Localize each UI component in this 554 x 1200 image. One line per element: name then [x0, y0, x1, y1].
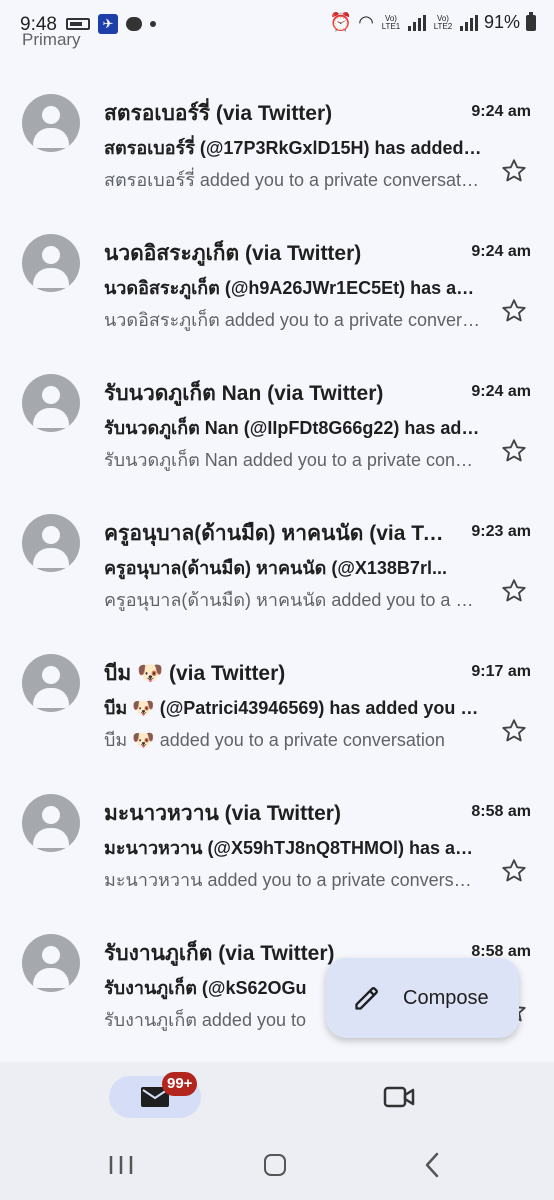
- avatar[interactable]: [22, 654, 80, 712]
- email-snippet: มะนาวหวาน added you to a private convers…: [104, 870, 480, 890]
- email-sender: มะนาวหวาน (via Twitter): [104, 802, 341, 825]
- email-time: 9:24 am: [471, 243, 531, 260]
- unread-badge: 99+: [162, 1072, 198, 1096]
- avatar[interactable]: [22, 934, 80, 992]
- signal-1-icon: [407, 14, 426, 31]
- wifi-icon: ◠: [358, 12, 374, 32]
- pencil-icon: [355, 987, 378, 1010]
- email-sender: ครูอนุบาล(ด้านมืด) หาคนนัด (via Twitter): [104, 522, 444, 545]
- battery-icon: [526, 11, 536, 31]
- email-sender: บีม 🐶 (via Twitter): [104, 662, 286, 685]
- email-time: 8:58 am: [471, 803, 531, 820]
- alarm-icon: ⏰: [329, 12, 353, 32]
- email-row[interactable]: ครูอนุบาล(ด้านมืด) หาคนนัด (via Twitter)…: [0, 495, 554, 635]
- bottom-navigation: 99+: [0, 1062, 554, 1136]
- section-label: Primary: [22, 33, 81, 49]
- compose-label: Compose: [403, 986, 489, 1009]
- email-row[interactable]: รับนวดภูเก็ต Nan (via Twitter) 9:24 am ร…: [0, 355, 554, 495]
- email-sender: สตรอเบอร์รี่ (via Twitter): [104, 102, 333, 125]
- email-subject: รับนวดภูเก็ต Nan (@IIpFDt8G66g22) has ad…: [104, 418, 484, 438]
- back-icon[interactable]: [422, 1152, 442, 1178]
- email-row[interactable]: สตรอเบอร์รี่ (via Twitter) 9:24 am สตรอเ…: [0, 75, 554, 215]
- star-icon[interactable]: [500, 297, 528, 325]
- email-snippet: บีม 🐶 added you to a private conversatio…: [104, 730, 445, 750]
- compose-button[interactable]: Compose: [326, 958, 519, 1038]
- email-subject: ครูอนุบาล(ด้านมืด) หาคนนัด (@X138B7rl...: [104, 558, 447, 578]
- email-time: 9:23 am: [471, 523, 531, 540]
- email-time: 9:24 am: [471, 383, 531, 400]
- email-subject: สตรอเบอร์รี่ (@17P3RkGxlD15H) has added …: [104, 138, 484, 158]
- email-time: 9:17 am: [471, 663, 531, 680]
- avatar[interactable]: [22, 794, 80, 852]
- battery-saver-icon: [66, 18, 90, 30]
- nav-mail-tab[interactable]: 99+: [109, 1072, 201, 1118]
- star-icon[interactable]: [500, 717, 528, 745]
- email-sender: นวดอิสระภูเก็ต (via Twitter): [104, 242, 362, 265]
- star-icon[interactable]: [500, 437, 528, 465]
- avatar[interactable]: [22, 234, 80, 292]
- email-row[interactable]: นวดอิสระภูเก็ต (via Twitter) 9:24 am นวด…: [0, 215, 554, 355]
- email-snippet: นวดอิสระภูเก็ต added you to a private co…: [104, 310, 480, 330]
- home-icon[interactable]: [264, 1154, 286, 1176]
- email-list: สตรอเบอร์รี่ (via Twitter) 9:24 am สตรอเ…: [0, 75, 554, 1055]
- email-snippet: ครูอนุบาล(ด้านมืด) หาคนนัด added you to …: [104, 590, 480, 610]
- star-icon[interactable]: [500, 157, 528, 185]
- avatar[interactable]: [22, 94, 80, 152]
- status-left-icons: ✈: [66, 14, 156, 34]
- battery-percent: 91%: [483, 12, 520, 32]
- lte1-indicator: Vo) LTE1: [381, 13, 401, 31]
- video-camera-icon[interactable]: [383, 1084, 415, 1110]
- recent-apps-icon[interactable]: [108, 1154, 134, 1176]
- email-time: 9:24 am: [471, 103, 531, 120]
- email-subject: บีม 🐶 (@Patrici43946569) has added you t…: [104, 698, 484, 718]
- signal-2-icon: [459, 14, 478, 31]
- email-snippet: รับนวดภูเก็ต Nan added you to a private …: [104, 450, 480, 470]
- status-bar: 9:48 ✈ ⏰ ◠ Vo) LTE1 Vo) LTE2 91%: [0, 0, 554, 50]
- status-right-icons: ⏰ ◠ Vo) LTE1 Vo) LTE2 91%: [329, 11, 536, 33]
- chat-notification-icon: [126, 17, 142, 31]
- star-icon[interactable]: [500, 857, 528, 885]
- email-subject: มะนาวหวาน (@X59hTJ8nQ8THMOl) has added y…: [104, 838, 484, 858]
- system-navigation-bar: [0, 1136, 554, 1200]
- email-row[interactable]: มะนาวหวาน (via Twitter) 8:58 am มะนาวหวา…: [0, 775, 554, 915]
- email-snippet: สตรอเบอร์รี่ added you to a private conv…: [104, 170, 480, 190]
- email-sender: รับนวดภูเก็ต Nan (via Twitter): [104, 382, 384, 405]
- email-subject: นวดอิสระภูเก็ต (@h9A26JWr1EC5Et) has add…: [104, 278, 484, 298]
- avatar[interactable]: [22, 374, 80, 432]
- lte2-indicator: Vo) LTE2: [433, 13, 453, 31]
- email-row[interactable]: บีม 🐶 (via Twitter) 9:17 am บีม 🐶 (@Patr…: [0, 635, 554, 775]
- star-icon[interactable]: [500, 577, 528, 605]
- avatar[interactable]: [22, 514, 80, 572]
- app-notification-icon: ✈: [98, 14, 118, 34]
- more-notifications-dot-icon: [150, 21, 156, 27]
